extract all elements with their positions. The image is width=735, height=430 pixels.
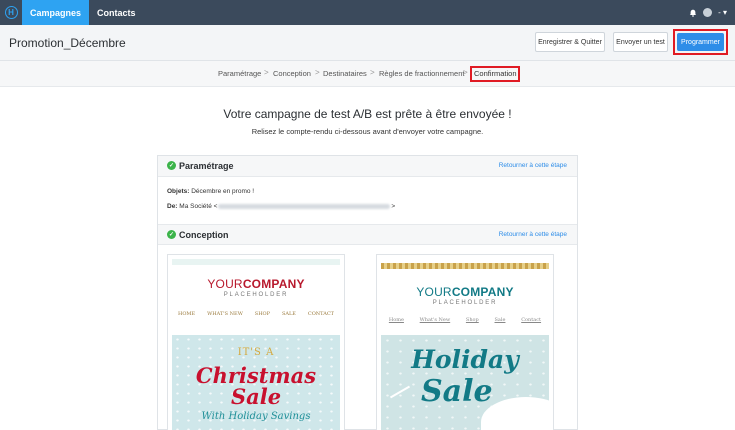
top-navigation: H Campagnes Contacts - ▾ bbox=[0, 0, 735, 25]
menu-item: Sale bbox=[494, 317, 506, 323]
breadcrumb-step-destinataires[interactable]: Destinataires bbox=[323, 69, 367, 78]
subject-label: Objets: bbox=[167, 188, 190, 195]
app-logo[interactable]: H bbox=[0, 0, 22, 25]
subject-value: Décembre en promo ! bbox=[191, 188, 255, 195]
confirmation-subline: Relisez le compte-rendu ci-dessous avant… bbox=[251, 127, 484, 136]
menu-item: SALE bbox=[281, 311, 296, 317]
menu-item: HOME bbox=[177, 311, 196, 317]
check-circle-icon: ✓ bbox=[167, 230, 176, 239]
nav-tab-contacts[interactable]: Contacts bbox=[89, 0, 144, 25]
company-logo-text: YOURCOMPANY bbox=[207, 277, 305, 291]
page-title: Promotion_Décembre bbox=[9, 36, 126, 50]
company-logo-text: YOURCOMPANY bbox=[416, 285, 514, 299]
breadcrumb: Paramétrage > Conception > Destinataires… bbox=[0, 61, 735, 87]
email-top-bar bbox=[172, 259, 340, 265]
section-title: Conception bbox=[179, 230, 229, 240]
email-menu: Home What's New Shop Sale Contact bbox=[381, 317, 549, 323]
gold-glitter-bar bbox=[381, 263, 549, 269]
menu-item: SHOP bbox=[254, 311, 271, 317]
account-menu-caret[interactable]: - ▾ bbox=[718, 8, 727, 17]
account-area: - ▾ bbox=[689, 0, 727, 25]
bell-icon[interactable] bbox=[689, 9, 697, 17]
from-label: De: bbox=[167, 203, 178, 210]
campaign-header: Promotion_Décembre Enregistrer & Quitter… bbox=[0, 25, 735, 61]
redacted-email bbox=[218, 203, 391, 209]
hero-top-text: Holiday bbox=[411, 345, 519, 374]
email-preview-b[interactable]: YOURCOMPANY PLACEHOLDER Home What's New … bbox=[376, 254, 554, 430]
from-value-end: > bbox=[391, 203, 396, 210]
breadcrumb-step-parametrage[interactable]: Paramétrage bbox=[218, 69, 261, 78]
check-circle-icon: ✓ bbox=[167, 161, 176, 170]
menu-item: CONTACT bbox=[307, 311, 335, 317]
breadcrumb-step-confirmation: Confirmation bbox=[474, 69, 517, 78]
h-logo-icon: H bbox=[4, 6, 18, 19]
save-and-quit-button[interactable]: Enregistrer & Quitter bbox=[535, 32, 605, 52]
menu-item: What's New bbox=[419, 317, 451, 323]
breadcrumb-separator: > bbox=[463, 68, 468, 77]
hero-banner-holiday: Holiday Sale bbox=[381, 335, 549, 430]
subject-row: Objets: Décembre en promo ! bbox=[167, 188, 254, 195]
avatar[interactable] bbox=[703, 8, 713, 17]
confirmation-headline: Votre campagne de test A/B est prête à ê… bbox=[223, 107, 512, 121]
breadcrumb-step-regles[interactable]: Règles de fractionnement bbox=[379, 69, 464, 78]
hero-main-text: Christmas Sale bbox=[195, 363, 317, 409]
send-test-button[interactable]: Envoyer un test bbox=[613, 32, 668, 52]
hero-top-text: IT'S A bbox=[237, 347, 275, 358]
menu-item: Shop bbox=[465, 317, 479, 323]
hero-main-text: Sale bbox=[421, 374, 493, 409]
menu-item: WHAT'S NEW bbox=[207, 311, 243, 317]
schedule-button[interactable]: Programmer bbox=[677, 33, 724, 51]
from-row: De: Ma Société < > bbox=[167, 203, 395, 210]
email-preview-a[interactable]: YOURCOMPANY PLACEHOLDER HOME WHAT'S NEW … bbox=[167, 254, 345, 430]
section-title: Paramétrage bbox=[179, 161, 234, 171]
schedule-button-highlight: Programmer bbox=[673, 29, 728, 55]
nav-tab-campagnes[interactable]: Campagnes bbox=[22, 0, 90, 25]
email-menu: HOME WHAT'S NEW SHOP SALE CONTACT bbox=[172, 311, 340, 317]
hero-banner-christmas: IT'S A Christmas Sale With Holiday Savin… bbox=[172, 335, 340, 430]
summary-panel: ✓ Paramétrage Retourner à cette étape Ob… bbox=[157, 155, 578, 430]
section-header-conception: ✓ Conception Retourner à cette étape bbox=[158, 224, 577, 245]
breadcrumb-separator: > bbox=[370, 68, 375, 77]
menu-item: Contact bbox=[521, 317, 542, 323]
section-header-parametrage: ✓ Paramétrage Retourner à cette étape bbox=[158, 156, 577, 177]
from-value: Ma Société < bbox=[179, 203, 218, 210]
return-to-step-link[interactable]: Retourner à cette étape bbox=[499, 162, 567, 169]
return-to-step-link[interactable]: Retourner à cette étape bbox=[499, 231, 567, 238]
menu-item: Home bbox=[388, 317, 404, 323]
breadcrumb-step-conception[interactable]: Conception bbox=[273, 69, 311, 78]
placeholder-text: PLACEHOLDER bbox=[432, 300, 498, 306]
breadcrumb-separator: > bbox=[264, 68, 269, 77]
placeholder-text: PLACEHOLDER bbox=[223, 292, 289, 298]
breadcrumb-separator: > bbox=[315, 68, 320, 77]
hero-bottom-text: With Holiday Savings bbox=[201, 411, 311, 422]
